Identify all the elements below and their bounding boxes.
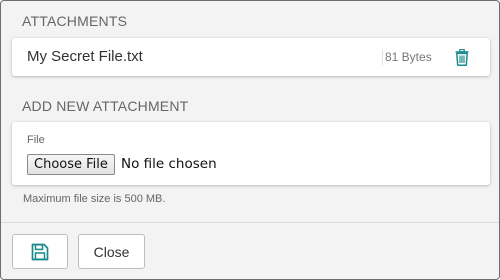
attachments-heading: ATTACHMENTS <box>22 13 128 29</box>
file-status: No file chosen <box>121 156 217 172</box>
delete-attachment-button[interactable] <box>452 47 472 67</box>
add-attachment-heading: ADD NEW ATTACHMENT <box>22 98 189 114</box>
attachment-file-name[interactable]: My Secret File.txt <box>27 48 143 65</box>
attachment-file-size: 81 Bytes <box>385 50 432 64</box>
choose-file-button[interactable]: Choose File <box>27 154 115 175</box>
new-attachment-card: File Choose File No file chosen <box>12 122 490 185</box>
file-size-hint: Maximum file size is 500 MB. <box>23 193 166 205</box>
file-field-label: File <box>27 134 45 146</box>
attachments-dialog: ATTACHMENTS My Secret File.txt 81 Bytes … <box>0 0 500 280</box>
attachment-row: My Secret File.txt 81 Bytes <box>12 38 490 76</box>
save-button[interactable] <box>12 234 68 269</box>
close-button[interactable]: Close <box>78 234 145 269</box>
footer-divider <box>1 222 499 223</box>
size-divider <box>382 49 383 65</box>
trash-icon <box>455 48 469 66</box>
floppy-disk-icon <box>31 243 49 260</box>
